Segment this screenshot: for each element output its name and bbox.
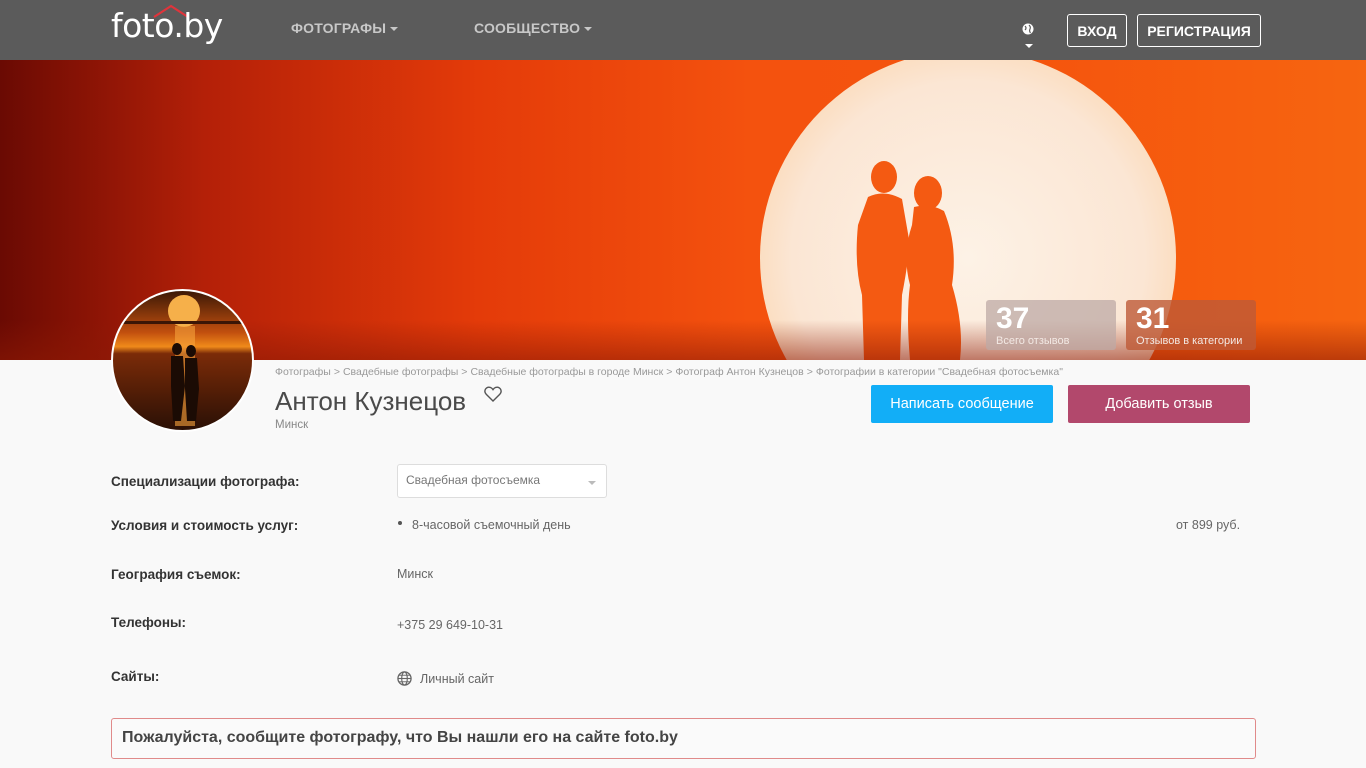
nav-community-label: СООБЩЕСТВО <box>474 20 581 36</box>
personal-site-label: Личный сайт <box>420 671 494 686</box>
category-reviews-label: Отзывов в категории <box>1136 335 1243 347</box>
chevron-down-icon <box>1025 44 1033 49</box>
service-item: 8-часовой съемочный день <box>412 518 571 532</box>
specialization-selected: Свадебная фотосъемка <box>406 473 541 487</box>
photographer-name: Антон Кузнецов <box>275 386 467 416</box>
phones-label: Телефоны: <box>111 615 187 630</box>
register-button[interactable]: РЕГИСТРАЦИЯ <box>1137 14 1261 47</box>
avatar[interactable] <box>111 289 254 432</box>
heart-icon[interactable] <box>484 386 502 402</box>
chevron-down-icon <box>390 27 399 32</box>
category-reviews-count: 31 <box>1136 302 1170 335</box>
avatar-photo <box>113 295 252 426</box>
breadcrumb-wedding-photographers[interactable]: Свадебные фотографы <box>343 366 458 378</box>
total-reviews-stat[interactable]: 37 Всего отзывов <box>986 300 1116 350</box>
chevron-down-icon <box>584 27 593 32</box>
send-message-button[interactable]: Написать сообщение <box>871 385 1053 423</box>
chevron-down-icon <box>588 481 596 485</box>
add-review-button[interactable]: Добавить отзыв <box>1068 385 1250 423</box>
specialization-select[interactable]: Свадебная фотосъемка <box>397 464 607 498</box>
sites-label: Сайты: <box>111 669 160 684</box>
phone-value[interactable]: +375 29 649-10-31 <box>397 618 503 632</box>
geography-value: Минск <box>397 567 434 581</box>
notice-box: Пожалуйста, сообщите фотографу, что Вы н… <box>111 718 1256 759</box>
breadcrumb-separator: > <box>333 366 340 378</box>
globe-icon <box>397 671 412 686</box>
breadcrumb-category: Фотографии в категории "Свадебная фотосъ… <box>815 366 1063 378</box>
site-logo[interactable]: foto.by <box>111 6 223 45</box>
nav-photographers[interactable]: ФОТОГРАФЫ <box>291 20 399 36</box>
service-price: от 899 руб. <box>1176 518 1241 532</box>
total-reviews-count: 37 <box>996 302 1030 335</box>
breadcrumb: Фотографы > Свадебные фотографы > Свадебные … <box>275 366 1063 378</box>
geography-label: География съемок: <box>111 567 241 582</box>
specializations-label: Специализации фотографа: <box>111 474 300 489</box>
breadcrumb-photographer[interactable]: Фотограф Антон Кузнецов <box>675 366 803 378</box>
total-reviews-label: Всего отзывов <box>996 335 1070 347</box>
breadcrumb-separator: > <box>666 366 673 378</box>
breadcrumb-photographers[interactable]: Фотографы <box>275 366 331 378</box>
photographer-city: Минск <box>275 419 309 431</box>
nav-community[interactable]: СООБЩЕСТВО <box>474 20 593 36</box>
breadcrumb-wedding-minsk[interactable]: Свадебные фотографы в городе Минск <box>470 366 663 378</box>
category-reviews-stat[interactable]: 31 Отзывов в категории <box>1126 300 1256 350</box>
services-label: Условия и стоимость услуг: <box>111 518 299 533</box>
top-navbar: foto.by ФОТОГРАФЫ СООБЩЕСТВО ВХОД РЕГИСТ… <box>0 0 1366 60</box>
login-button[interactable]: ВХОД <box>1067 14 1127 47</box>
breadcrumb-separator: > <box>461 366 468 378</box>
breadcrumb-separator: > <box>806 366 813 378</box>
language-selector[interactable] <box>1022 21 1048 49</box>
bullet-icon <box>398 521 402 525</box>
personal-site-link[interactable]: Личный сайт <box>397 671 494 686</box>
nav-photographers-label: ФОТОГРАФЫ <box>291 20 387 36</box>
globe-icon <box>1022 23 1034 35</box>
notice-text: Пожалуйста, сообщите фотографу, что Вы н… <box>122 729 678 746</box>
